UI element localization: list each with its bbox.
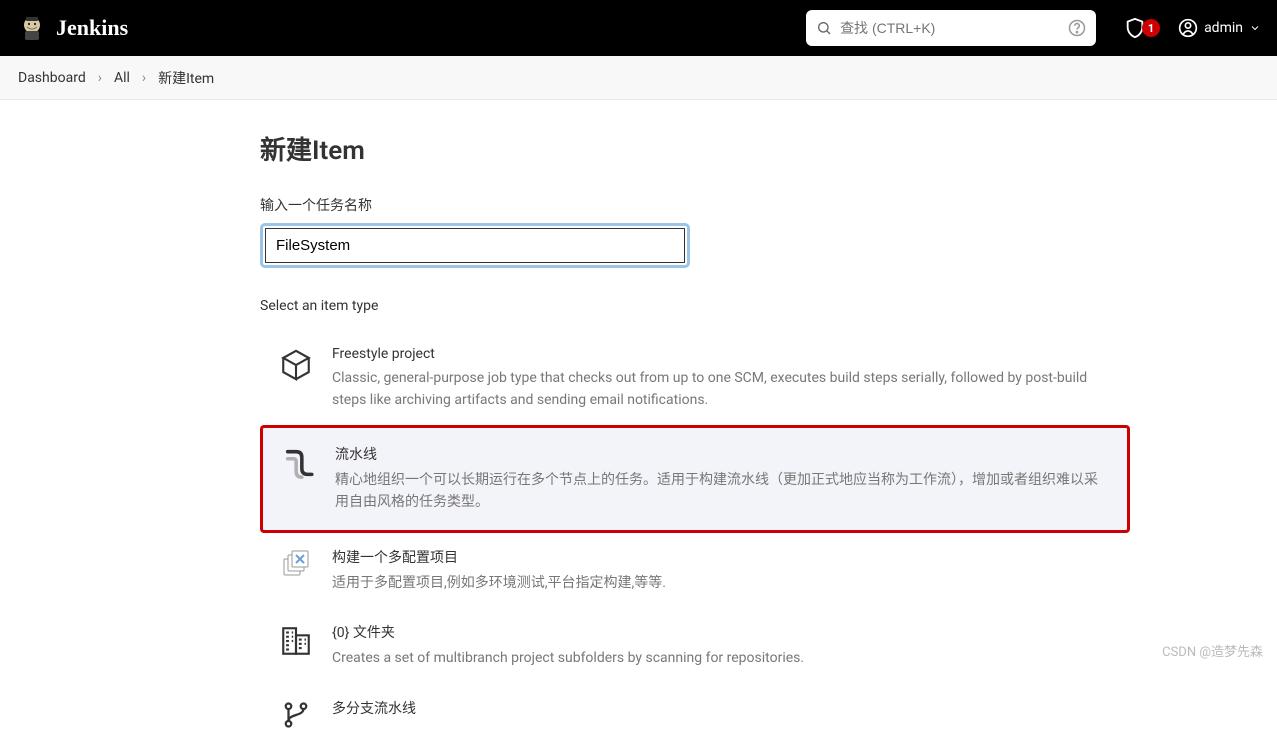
watermark: CSDN @造梦先森 — [1162, 641, 1263, 660]
chevron-right-icon: › — [98, 70, 102, 86]
item-type-desc: 精心地组织一个可以长期运行在多个节点上的任务。适用于构建流水线（更加正式地应当称… — [335, 470, 1109, 513]
alerts-button[interactable]: 1 — [1124, 17, 1160, 39]
item-name-input[interactable] — [265, 228, 685, 263]
breadcrumb-item-dashboard[interactable]: Dashboard — [18, 70, 86, 86]
alert-badge: 1 — [1142, 19, 1160, 37]
pipe-icon — [281, 444, 317, 480]
breadcrumb: Dashboard › All › 新建Item — [0, 56, 1277, 100]
user-icon — [1178, 18, 1198, 38]
item-type-desc: Creates a set of multibranch project sub… — [332, 648, 1112, 670]
item-type-title: 多分支流水线 — [332, 698, 1112, 718]
item-type-multiconfig[interactable]: 构建一个多配置项目 适用于多配置项目,例如多环境测试,平台指定构建,等等. — [260, 533, 1130, 609]
multiconfig-icon — [278, 547, 314, 579]
user-menu[interactable]: admin — [1178, 18, 1261, 38]
chevron-down-icon — [1249, 22, 1261, 34]
cube-icon — [278, 346, 314, 382]
item-type-desc: 适用于多配置项目,例如多环境测试,平台指定构建,等等. — [332, 573, 1112, 595]
item-type-multibranch[interactable]: 多分支流水线 — [260, 684, 1130, 744]
branches-icon — [278, 698, 314, 730]
name-field-label: 输入一个任务名称 — [260, 195, 1277, 215]
search-input[interactable] — [840, 20, 1060, 36]
item-type-list: Freestyle project Classic, general-purpo… — [260, 332, 1277, 744]
main-content: 新建Item 输入一个任务名称 Select an item type Free… — [0, 100, 1277, 744]
header-bar: Jenkins 1 admin — [0, 0, 1277, 56]
item-type-desc: Classic, general-purpose job type that c… — [332, 368, 1112, 411]
breadcrumb-item-newitem[interactable]: 新建Item — [158, 68, 214, 88]
page-title: 新建Item — [260, 130, 1277, 167]
logo-text: Jenkins — [56, 15, 128, 41]
item-type-title: 流水线 — [335, 444, 1109, 464]
name-input-wrap — [260, 223, 690, 268]
breadcrumb-item-all[interactable]: All — [114, 70, 130, 86]
search-icon — [816, 20, 832, 36]
jenkins-logo-icon — [16, 12, 48, 44]
search-box[interactable] — [806, 10, 1096, 46]
logo[interactable]: Jenkins — [16, 12, 128, 44]
item-type-title: 构建一个多配置项目 — [332, 547, 1112, 567]
section-label: Select an item type — [260, 298, 1277, 314]
item-type-title: {0} 文件夹 — [332, 622, 1112, 642]
item-type-title: Freestyle project — [332, 346, 1112, 362]
item-type-folder[interactable]: {0} 文件夹 Creates a set of multibranch pro… — [260, 608, 1130, 684]
help-icon[interactable] — [1068, 19, 1086, 37]
building-icon — [278, 622, 314, 658]
item-type-freestyle[interactable]: Freestyle project Classic, general-purpo… — [260, 332, 1130, 425]
chevron-right-icon: › — [142, 70, 146, 86]
item-type-pipeline[interactable]: 流水线 精心地组织一个可以长期运行在多个节点上的任务。适用于构建流水线（更加正式… — [260, 425, 1130, 532]
user-name: admin — [1204, 20, 1243, 36]
